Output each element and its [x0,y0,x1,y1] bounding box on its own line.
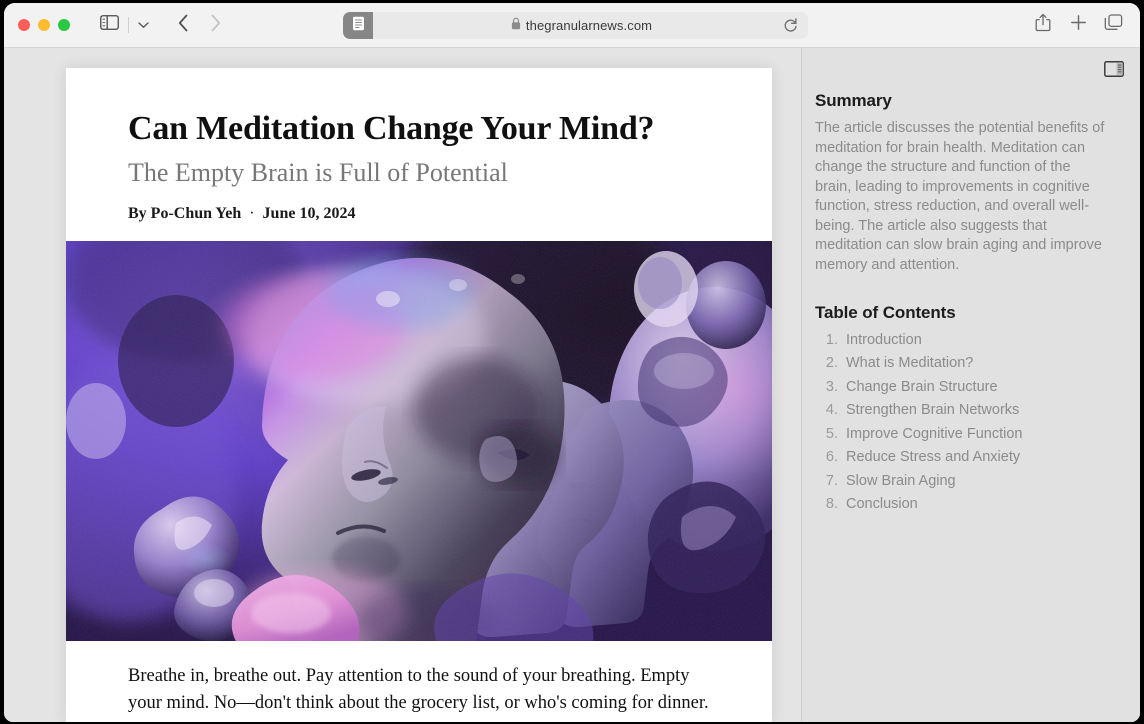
url-field[interactable]: thegranularnews.com [369,12,808,39]
toolbar-divider [128,17,129,33]
summary-panel: Summary The article discusses the potent… [802,48,1140,722]
forward-button[interactable] [200,12,230,38]
toc-item[interactable]: Introduction [842,329,1108,352]
toc-item[interactable]: Conclusion [842,493,1108,516]
article-body: Breathe in, breathe out. Pay attention t… [66,641,772,716]
sidebar-menu-button[interactable] [132,12,154,38]
lock-icon [511,17,521,35]
minimize-button[interactable] [38,19,50,31]
url-text: thegranularnews.com [525,18,653,33]
toc-item[interactable]: Slow Brain Aging [842,470,1108,493]
toc-item[interactable]: Improve Cognitive Function [842,423,1108,446]
toolbar-right-group [1028,12,1128,38]
window-controls [18,19,70,31]
article-paragraph: Breathe in, breathe out. Pay attention t… [128,666,709,713]
summary-heading: Summary [815,91,892,110]
article-title: Can Meditation Change Your Mind? [128,110,655,147]
navigation-controls [168,12,230,38]
toc-item[interactable]: Change Brain Structure [842,376,1108,399]
toc-item[interactable]: What is Meditation? [842,352,1108,375]
article-byline: By Po-Chun Yeh · June 10, 2024 [128,205,710,223]
browser-toolbar: thegranularnews.com [4,3,1140,48]
chevron-down-icon [137,16,149,34]
reader-mode-icon [352,16,365,36]
byline-prefix: By [128,205,147,223]
browser-content: Can Meditation Change Your Mind? The Emp… [4,48,1140,722]
toc-list: Introduction What is Meditation? Change … [815,329,1108,517]
toc-item[interactable]: Reduce Stress and Anxiety [842,446,1108,469]
toc-item[interactable]: Strengthen Brain Networks [842,399,1108,422]
reload-icon [782,18,799,38]
article-card: Can Meditation Change Your Mind? The Emp… [66,68,772,722]
article-date: June 10, 2024 [262,205,356,223]
new-tab-button[interactable] [1063,12,1093,38]
reader-column[interactable]: Can Meditation Change Your Mind? The Emp… [4,48,801,722]
byline-separator: · [249,205,255,223]
summary-panel-content: Summary The article discusses the potent… [802,48,1140,517]
show-sidebar-right-icon [1104,60,1124,82]
toc-heading: Table of Contents [815,303,956,322]
share-icon [1035,13,1051,37]
plus-icon [1070,14,1087,36]
close-button[interactable] [18,19,30,31]
url-content: thegranularnews.com [511,17,652,35]
back-arrow-icon [178,14,189,37]
reload-button[interactable] [782,17,799,34]
forward-arrow-icon [210,14,221,37]
tab-overview-button[interactable] [1098,12,1128,38]
article-header: Can Meditation Change Your Mind? The Emp… [66,68,772,223]
browser-window: thegranularnews.com Can Meditation Chang… [4,3,1140,722]
hero-artwork [66,241,772,642]
address-bar: thegranularnews.com [343,12,808,39]
back-button[interactable] [168,12,198,38]
article-subtitle: The Empty Brain is Full of Potential [128,158,508,188]
sidebar-control-group [94,12,154,38]
tab-overview-icon [1104,14,1123,36]
sidebar-toggle-button[interactable] [94,12,124,38]
reader-mode-button[interactable] [343,12,373,39]
zoom-button[interactable] [58,19,70,31]
byline-author: Po-Chun Yeh [150,205,242,223]
hide-sidebar-button[interactable] [1102,60,1126,82]
share-button[interactable] [1028,12,1058,38]
sidebar-toggle-icon [99,15,119,35]
summary-text: The article discusses the potential bene… [815,120,1105,273]
article-hero-image [66,241,772,642]
